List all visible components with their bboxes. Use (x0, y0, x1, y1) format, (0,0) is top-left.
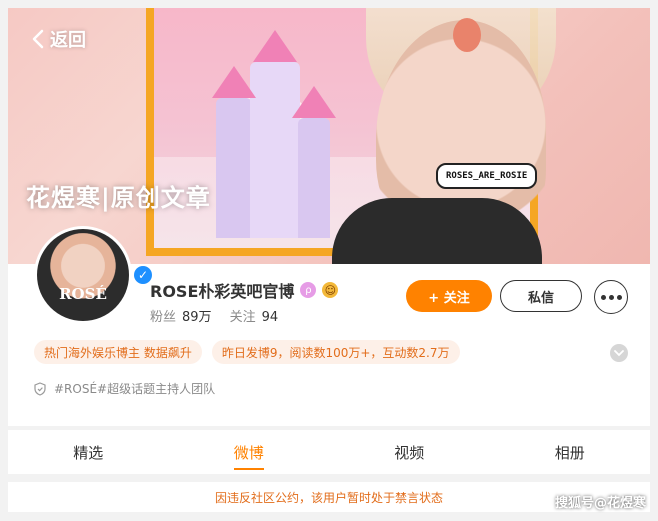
fans-label: 粉丝 (150, 310, 177, 325)
fans-stat[interactable]: 粉丝 89万 (150, 306, 212, 325)
message-button[interactable]: 私信 (500, 280, 582, 312)
expand-button[interactable] (610, 344, 628, 362)
tab-featured[interactable]: 精选 (8, 430, 169, 474)
banner-frame (146, 8, 556, 264)
profile-banner: 花煜寒|原创文章 ROSES_ARE_ROSIE 返回 (8, 8, 650, 264)
profile-card: ROSÉ ✓ ROSE朴彩英吧官博 ρ ☺ 粉丝 89万 关注 94 + 关注 私信… (8, 226, 650, 426)
fans-value: 89万 (182, 310, 212, 325)
membership-badge-icon[interactable]: ρ (300, 282, 317, 298)
chevron-down-icon (614, 350, 624, 357)
emoji-badge-icon[interactable]: ☺ (322, 282, 339, 298)
tab-album[interactable]: 相册 (490, 430, 651, 474)
more-dot-icon (608, 294, 614, 300)
back-label: 返回 (50, 30, 86, 51)
team-text: #ROSÉ#超级话题主持人团队 (54, 382, 216, 396)
tag-hot-blogger[interactable]: 热门海外娱乐博主 数据飙升 (34, 340, 202, 364)
name-row: ROSE朴彩英吧官博 ρ ☺ (150, 278, 339, 302)
profile-name: ROSE朴彩英吧官博 (150, 282, 295, 301)
super-topic-team[interactable]: #ROSÉ#超级话题主持人团队 (34, 380, 215, 397)
tab-weibo[interactable]: 微博 (169, 430, 330, 474)
tag-daily-stats[interactable]: 昨日发博9，阅读数100万+，互动数2.7万 (211, 340, 460, 364)
castle-illustration (212, 30, 336, 238)
follow-button[interactable]: + 关注 (406, 280, 492, 312)
avatar-image: ROSÉ (37, 229, 129, 321)
profile-tags: 热门海外娱乐博主 数据飙升 昨日发博9，阅读数100万+，互动数2.7万 (34, 340, 460, 364)
shield-icon (34, 381, 46, 396)
more-dot-icon (600, 294, 606, 300)
following-label: 关注 (229, 310, 256, 325)
more-dot-icon (616, 294, 622, 300)
following-value: 94 (261, 310, 279, 325)
following-stat[interactable]: 关注 94 (230, 306, 279, 325)
back-button[interactable]: 返回 (30, 26, 86, 52)
source-watermark: 搜狐号@花煜寒 (554, 496, 646, 511)
tab-video[interactable]: 视频 (329, 430, 490, 474)
more-options-button[interactable] (594, 280, 628, 314)
balloon-illustration (453, 18, 481, 52)
portrait-body (332, 198, 542, 264)
profile-tabs: 精选 微博 视频 相册 (8, 430, 650, 474)
avatar-text: ROSÉ (59, 285, 107, 303)
roses-sticker: ROSES_ARE_ROSIE (436, 163, 538, 189)
banner-watermark-text: 花煜寒|原创文章 (26, 184, 211, 212)
avatar[interactable]: ROSÉ ✓ (34, 226, 154, 324)
chevron-left-icon (32, 29, 44, 49)
mute-notice: 因违反社区公约，该用户暂时处于禁言状态 (8, 482, 650, 512)
profile-stats: 粉丝 89万 关注 94 (150, 306, 278, 325)
